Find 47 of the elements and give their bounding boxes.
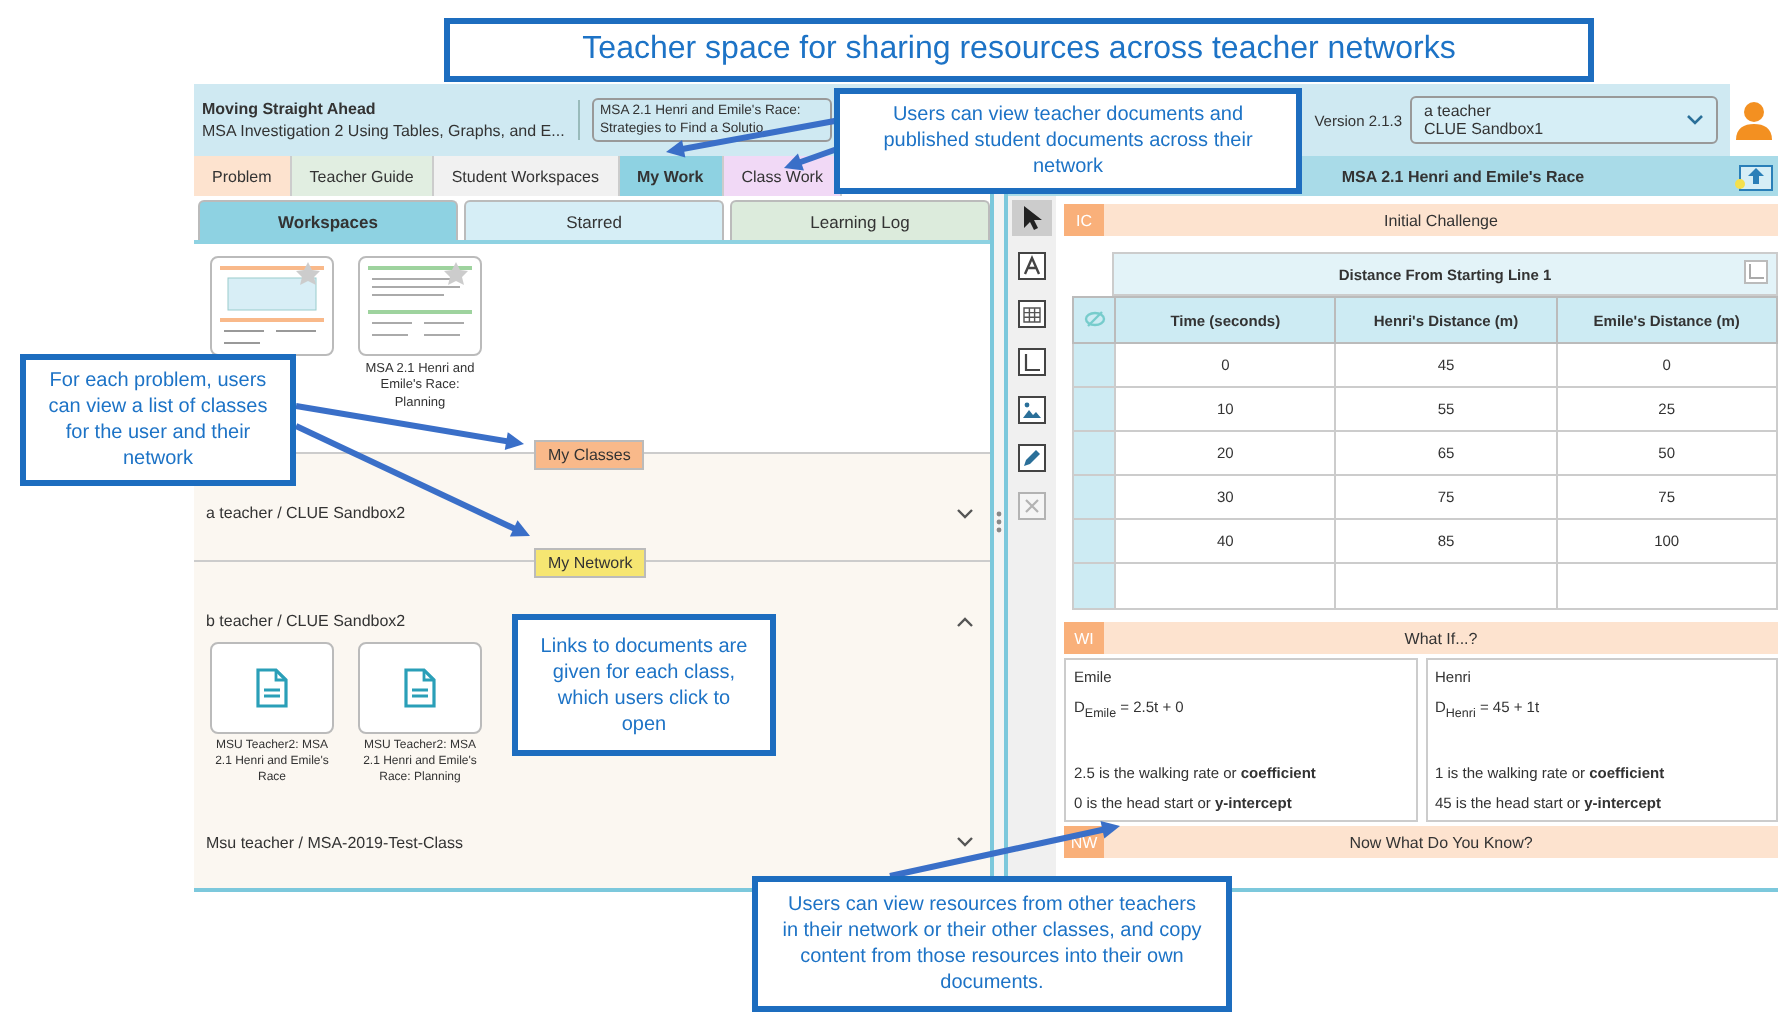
resize-handle-icon[interactable] [996, 510, 1002, 534]
pencil-icon [1018, 444, 1046, 472]
section-tag: IC [1064, 204, 1104, 236]
section-title: Initial Challenge [1382, 211, 1500, 229]
nav-tab[interactable]: Student Workspaces [433, 156, 619, 196]
nav-tab[interactable]: My Work [619, 156, 724, 196]
document-title: MSA 2.1 Henri and Emile's Race [1341, 167, 1585, 185]
section-label: My Network [534, 548, 647, 579]
delete-icon [1018, 492, 1046, 520]
workspace-tab[interactable]: Starred [464, 200, 724, 240]
text-icon [1018, 252, 1046, 280]
tool-button[interactable] [1012, 344, 1052, 380]
table-icon [1018, 300, 1046, 328]
document-icon [256, 668, 288, 709]
graph-icon [1018, 348, 1046, 376]
annotation-callout: For each problem, users can view a list of classes for the user and their network [20, 354, 296, 486]
user-dropdown[interactable]: a teacher CLUE Sandbox1 [1410, 96, 1718, 144]
chevron-down-icon [1686, 114, 1704, 126]
workspace-tab[interactable]: Workspaces [198, 200, 458, 240]
title-banner: Teacher space for sharing resources across teacher networks [444, 18, 1594, 82]
section-label: My Classes [534, 440, 645, 471]
pointer-icon [1020, 204, 1044, 232]
section-title: What If...? [1402, 629, 1480, 647]
share-icon[interactable] [1734, 160, 1774, 192]
document-thumbnail[interactable] [358, 256, 482, 356]
user-avatar-icon[interactable] [1736, 100, 1772, 140]
document-link[interactable] [210, 642, 334, 735]
document-thumbnail[interactable] [210, 256, 334, 356]
section-tag: WI [1064, 622, 1104, 654]
tool-button[interactable] [1012, 200, 1052, 236]
tool-button[interactable] [1012, 248, 1052, 284]
annotation-callout: Users can view resources from other teachers in their network or their other classes, and copy content from those resources into their own documents. [752, 876, 1232, 1012]
workspace-tab[interactable]: Learning Log [730, 200, 990, 240]
investigation-title: MSA Investigation 2 Using Tables, Graphs, and E... [202, 122, 566, 140]
tool-button[interactable] [1012, 440, 1052, 476]
document-link[interactable] [358, 642, 482, 735]
annotation-callout: Links to documents are given for each class, which users click to open [512, 614, 776, 756]
tool-button[interactable] [1012, 296, 1052, 332]
section-title: Now What Do You Know? [1347, 833, 1535, 851]
image-icon [1018, 396, 1046, 424]
graph-icon[interactable] [1744, 260, 1768, 284]
nav-tab[interactable]: Teacher Guide [291, 156, 434, 196]
annotation-callout: Users can view teacher documents and published student documents across their network [834, 88, 1302, 194]
document-icon [404, 668, 436, 709]
tool-button[interactable] [1012, 392, 1052, 428]
nav-tab[interactable]: Problem [194, 156, 292, 196]
unit-title: Moving Straight Ahead [202, 100, 378, 118]
